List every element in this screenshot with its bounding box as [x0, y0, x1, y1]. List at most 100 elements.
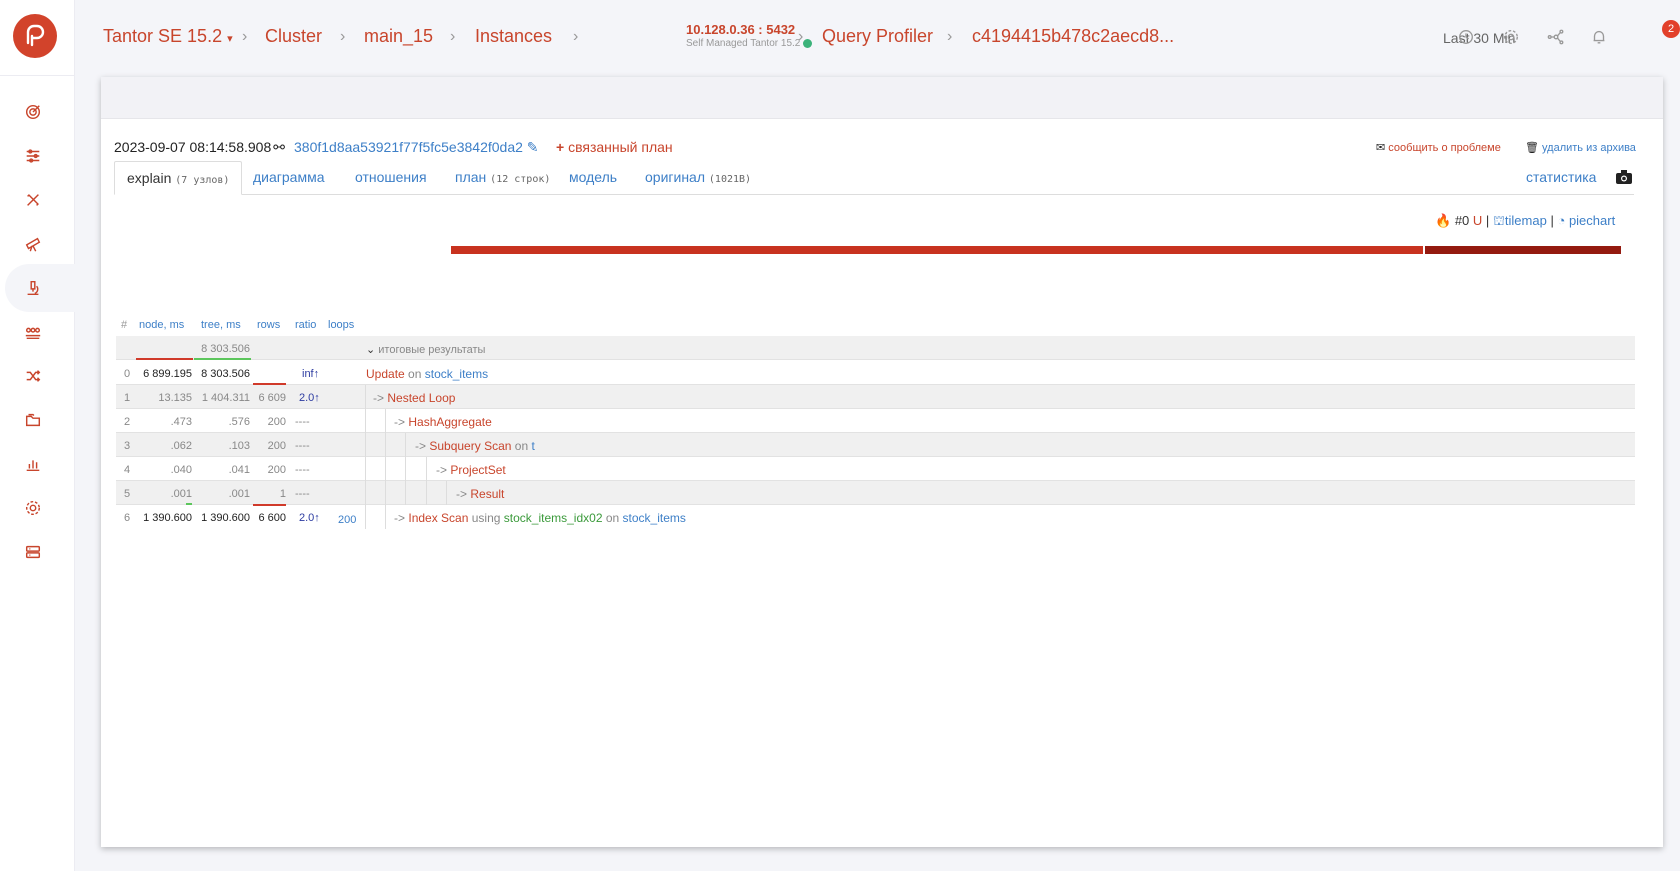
breadcrumb-separator: ›: [340, 28, 346, 45]
tools-icon[interactable]: [22, 189, 44, 211]
col-header-id: #: [121, 319, 128, 331]
tree-guide: [365, 385, 366, 409]
microscope-icon[interactable]: [22, 277, 44, 299]
rows-marker: [253, 504, 286, 506]
tab-plan[interactable]: план (12 строк): [455, 161, 550, 195]
row-id: 0: [124, 368, 131, 380]
breadcrumb-main15[interactable]: main_15: [364, 26, 433, 47]
table-row[interactable]: 4 .040 .041 200 ---- -> ProjectSet: [116, 457, 1635, 481]
report-problem-link[interactable]: ✉ сообщить о проблеме: [1376, 141, 1501, 154]
tree-guide: [365, 409, 366, 433]
table-row[interactable]: 3 .062 .103 200 ---- -> Subquery Scan on…: [116, 433, 1635, 457]
instance-address[interactable]: 10.128.0.36 : 5432: [686, 22, 795, 37]
summary-row[interactable]: 8 303.506 ⌄ итоговые результаты: [116, 336, 1635, 360]
server-icon[interactable]: [22, 541, 44, 563]
table-row[interactable]: 6 1 390.600 1 390.600 6 600 2.0↑ 200 -> …: [116, 504, 1635, 529]
breadcrumb-query-id[interactable]: c4194415b478c2aecd8...: [972, 26, 1174, 47]
col-header-ratio[interactable]: ratio: [295, 319, 316, 331]
logo[interactable]: [13, 14, 57, 58]
table-row[interactable]: 5 .001 .001 1 ---- -> Result: [116, 481, 1635, 505]
tree-ms: 1 404.311: [201, 392, 250, 404]
tree-guide: [365, 481, 366, 505]
top-header: Tantor SE 15.2 ▾ › Cluster › main_15 › I…: [75, 0, 1680, 75]
clock-icon[interactable]: [1455, 26, 1477, 48]
node-ms: .040: [170, 464, 192, 476]
users-group-icon[interactable]: [22, 321, 44, 343]
card-top-bar: [101, 77, 1663, 119]
u-filter[interactable]: U: [1473, 213, 1482, 228]
ratio-value: ----: [295, 440, 310, 452]
plan-tabs: explain (7 узлов) диаграмма отношения пл…: [114, 161, 1634, 195]
tab-model[interactable]: модель: [569, 161, 617, 195]
ratio-value: ----: [295, 464, 310, 476]
shuffle-icon[interactable]: [22, 365, 44, 387]
linked-plan-button[interactable]: + связанный план: [556, 139, 673, 155]
plan-node[interactable]: -> Index Scan using stock_items_idx02 on…: [394, 511, 686, 525]
node-ms: .062: [170, 440, 192, 452]
plan-node[interactable]: -> Result: [456, 487, 504, 501]
folders-icon[interactable]: [22, 409, 44, 431]
col-header-tree[interactable]: tree, ms: [201, 319, 241, 331]
plan-node[interactable]: -> Subquery Scan on t: [415, 439, 535, 453]
tree-guide: [385, 433, 386, 457]
col-header-loops[interactable]: loops: [328, 319, 354, 331]
target-icon[interactable]: [22, 101, 44, 123]
plan-timestamp: 2023-09-07 08:14:58.908 ⚯: [114, 139, 285, 155]
node-ms: .001: [170, 488, 192, 500]
node-counter[interactable]: #0: [1455, 213, 1469, 228]
network-icon[interactable]: [1545, 26, 1567, 48]
telescope-icon[interactable]: [22, 233, 44, 255]
tab-relations[interactable]: отношения: [355, 161, 427, 195]
elephant-logo-icon: [26, 24, 45, 47]
sliders-icon[interactable]: [22, 145, 44, 167]
tilemap-link[interactable]: tilemap: [1505, 213, 1547, 228]
bar-chart-icon[interactable]: [22, 453, 44, 475]
breadcrumb-cluster[interactable]: Cluster: [265, 26, 322, 47]
tab-diagram[interactable]: диаграмма: [253, 161, 325, 195]
sitemap-icon: ⛫: [1492, 213, 1505, 228]
product-dropdown[interactable]: Tantor SE 15.2 ▾: [103, 26, 233, 47]
delete-from-archive-link[interactable]: 🗑 удалить из архива: [1525, 141, 1636, 154]
node-ms: 1 390.600: [143, 512, 192, 524]
tab-explain[interactable]: explain (7 узлов): [114, 161, 243, 195]
bell-icon[interactable]: [1588, 26, 1610, 48]
row-id: 5: [124, 488, 131, 500]
table-row[interactable]: 1 13.135 1 404.311 6 609 2.0↑ -> Nested …: [116, 385, 1635, 409]
breadcrumb-separator: ›: [450, 28, 456, 45]
col-header-rows[interactable]: rows: [257, 319, 280, 331]
pencil-icon[interactable]: ✎: [527, 139, 539, 155]
tree-guide: [405, 481, 406, 505]
gear-icon[interactable]: [22, 497, 44, 519]
link-icon[interactable]: ⚯: [273, 139, 285, 155]
breadcrumb-separator: ›: [798, 28, 804, 45]
plan-hash-link[interactable]: 380f1d8aa53921f77f5fc5e3842f0da2 ✎: [294, 139, 539, 156]
breadcrumb-instances[interactable]: Instances: [475, 26, 552, 47]
piechart-link[interactable]: piechart: [1569, 213, 1615, 228]
col-header-node[interactable]: node, ms: [139, 319, 184, 331]
tree-ms: 8 303.506: [201, 368, 250, 380]
tree-guide: [365, 457, 366, 481]
tree-guide: [365, 433, 366, 457]
breadcrumb-query-profiler[interactable]: Query Profiler: [822, 26, 933, 47]
notification-badge: 2: [1662, 20, 1680, 38]
rows-value: 6 609: [258, 392, 286, 404]
tab-original[interactable]: оригинал (1021B): [645, 161, 751, 195]
settings-gear-icon[interactable]: [1500, 26, 1522, 48]
camera-icon[interactable]: [1616, 170, 1632, 184]
breadcrumb-separator: ›: [573, 28, 579, 45]
plan-node[interactable]: -> HashAggregate: [394, 415, 492, 429]
table-row[interactable]: 2 .473 .576 200 ---- -> HashAggregate: [116, 409, 1635, 433]
plan-node[interactable]: -> ProjectSet: [436, 463, 506, 477]
table-row[interactable]: 0 6 899.195 8 303.506 inf↑ Update on sto…: [116, 361, 1635, 385]
tree-guide: [365, 505, 366, 529]
plan-node[interactable]: -> Nested Loop: [373, 391, 455, 405]
rows-value: 200: [267, 440, 286, 452]
flame-icon: 🔥: [1435, 213, 1452, 228]
plan-node[interactable]: Update on stock_items: [366, 367, 488, 381]
tab-statistics[interactable]: статистика: [1526, 161, 1596, 194]
tree-ms: 1 390.600: [201, 512, 250, 524]
time-bar-main: [451, 246, 1423, 254]
time-bar-rest: [1425, 246, 1621, 254]
sidebar-divider: [0, 75, 75, 76]
summary-label[interactable]: ⌄ итоговые результаты: [366, 343, 485, 356]
